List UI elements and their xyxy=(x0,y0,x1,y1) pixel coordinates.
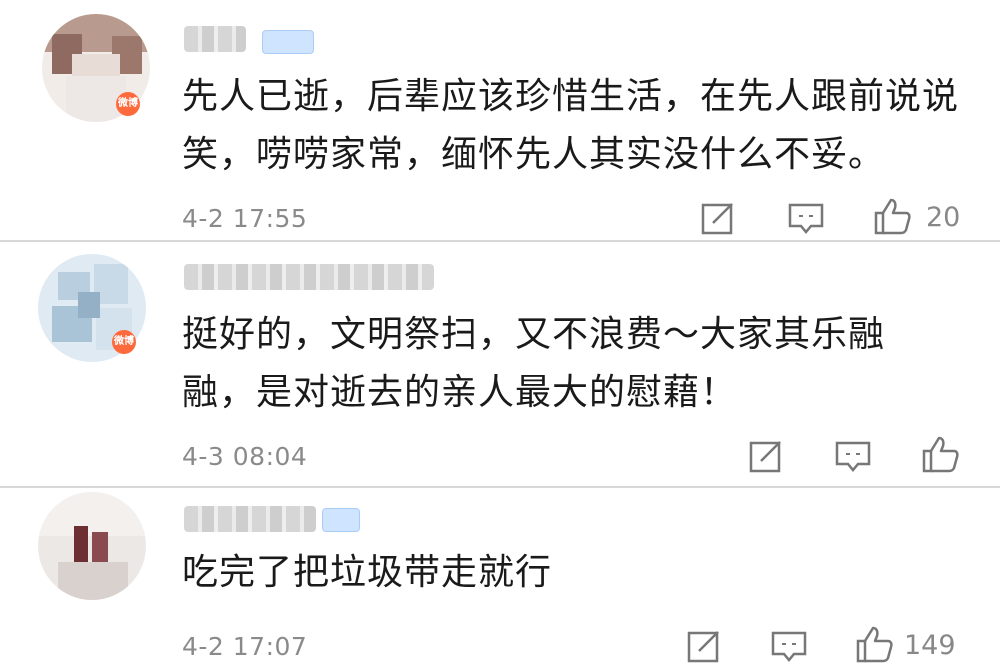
comment-time: 4-2 17:55 xyxy=(182,204,308,233)
username[interactable] xyxy=(184,26,246,52)
like-count: 149 xyxy=(904,630,956,661)
avatar[interactable] xyxy=(38,492,146,600)
verified-badge-icon: 微博 xyxy=(112,330,136,354)
like-count: 20 xyxy=(926,202,961,233)
comment-text: 挺好的，文明祭扫，又不浪费～大家其乐融融，是对逝去的亲人最大的慰藉！ xyxy=(182,314,886,413)
verified-badge-icon: 微博 xyxy=(116,92,140,116)
thumbs-up-icon[interactable] xyxy=(872,196,912,236)
level-badge xyxy=(262,30,314,54)
comment-time: 4-2 17:07 xyxy=(182,632,308,661)
comment-icon[interactable] xyxy=(787,202,825,236)
comment-time: 4-3 08:04 xyxy=(182,442,308,471)
username[interactable] xyxy=(184,506,316,532)
level-badge xyxy=(322,508,360,532)
comment-icon[interactable] xyxy=(770,630,808,664)
thumbs-up-icon[interactable] xyxy=(920,434,960,474)
username[interactable] xyxy=(184,264,434,290)
share-icon[interactable] xyxy=(700,200,736,236)
comment-text: 吃完了把垃圾带走就行 xyxy=(182,552,553,593)
comment-icon[interactable] xyxy=(834,440,872,474)
share-icon[interactable] xyxy=(686,628,722,664)
comment-item: 吃完了把垃圾带走就行 4-2 17:07 149 xyxy=(0,488,1000,670)
comment-item: 微博 先人已逝，后辈应该珍惜生活，在先人跟前说说笑，唠唠家常，缅怀先人其实没什么… xyxy=(0,0,1000,240)
thumbs-up-icon[interactable] xyxy=(854,624,894,664)
share-icon[interactable] xyxy=(748,438,784,474)
comment-item: 微博 挺好的，文明祭扫，又不浪费～大家其乐融融，是对逝去的亲人最大的慰藉！ 4-… xyxy=(0,242,1000,486)
comment-text: 先人已逝，后辈应该珍惜生活，在先人跟前说说笑，唠唠家常，缅怀先人其实没什么不妥。 xyxy=(182,76,960,175)
